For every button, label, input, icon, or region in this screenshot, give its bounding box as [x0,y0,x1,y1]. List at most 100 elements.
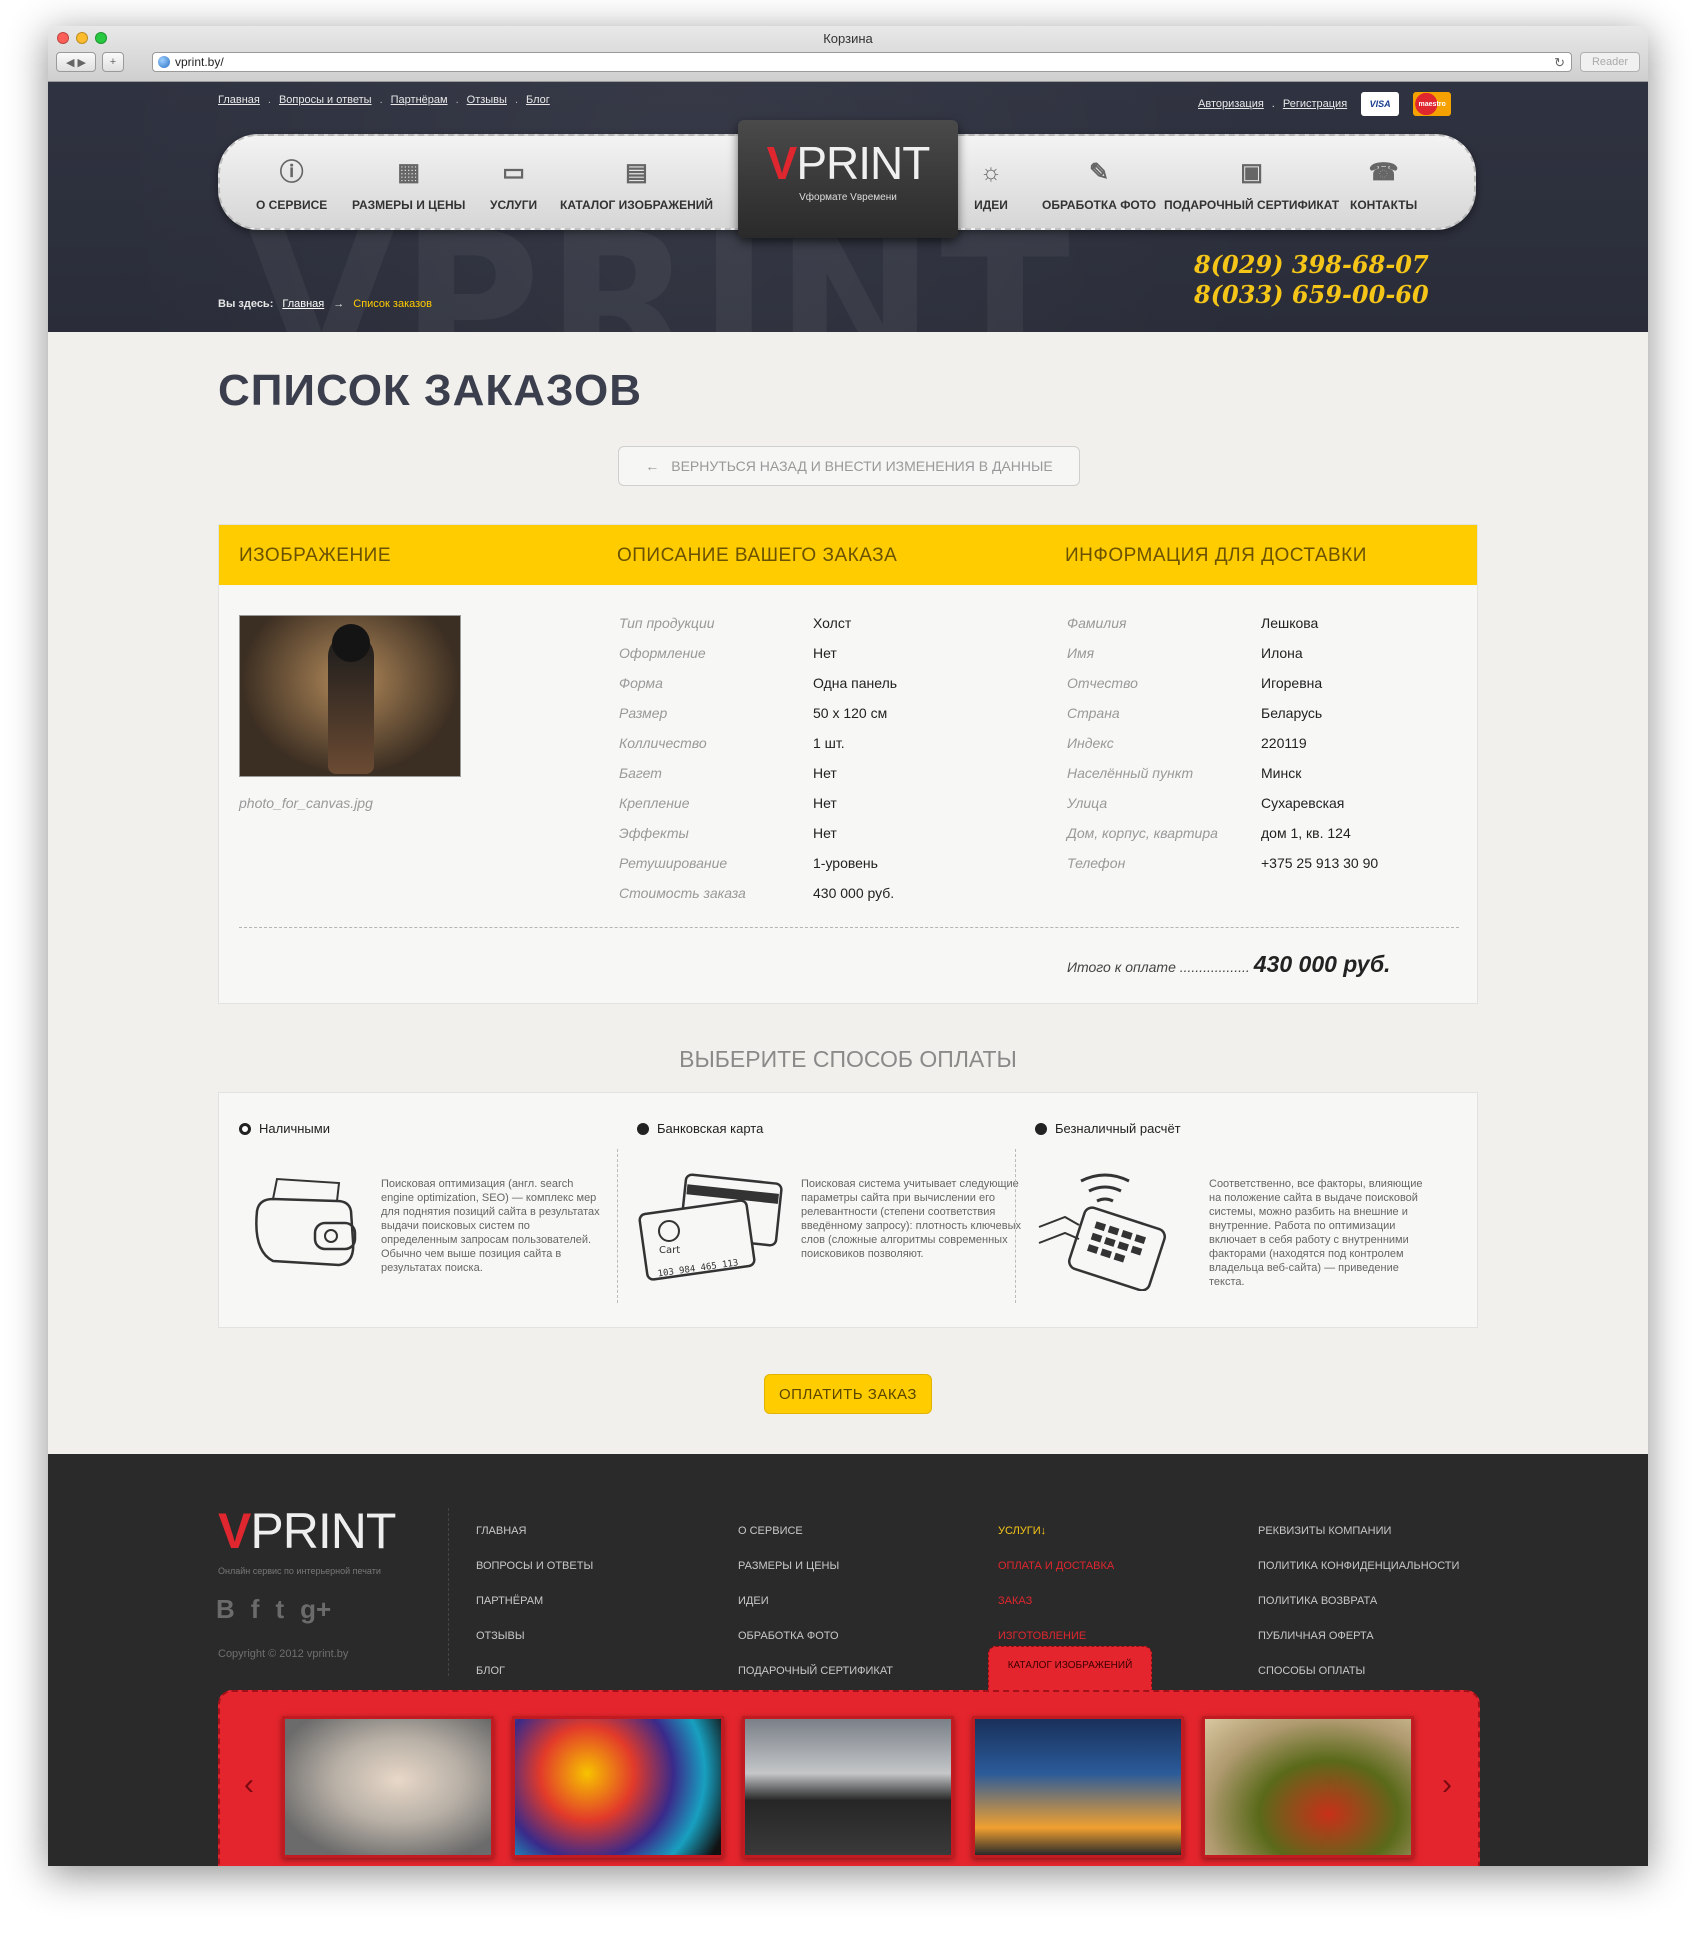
footer-link-privacy[interactable]: ПОЛИТИКА КОНФИДЕНЦИАЛЬНОСТИ [1258,1549,1459,1584]
footer-link-payment-delivery[interactable]: ОПЛАТА И ДОСТАВКА [998,1549,1114,1584]
footer-link-services[interactable]: УСЛУГИ↓ [998,1514,1114,1549]
list-item: Ретуширование 1-уровень [619,855,1019,877]
top-nav-reviews[interactable]: Отзывы [467,94,507,106]
field-label: Населённый пункт [1067,765,1194,781]
menu-item-sizes-prices[interactable]: ▦ РАЗМЕРЫ И ЦЕНЫ [352,156,465,212]
browser-window: Корзина ◀ ▶ + vprint.by/ ↻ Reader VPRINT… [48,26,1648,1866]
footer-link-photo-editing[interactable]: ОБРАБОТКА ФОТО [738,1619,893,1654]
footer-link-reviews[interactable]: ОТЗЫВЫ [476,1619,593,1654]
footer-link-home[interactable]: ГЛАВНАЯ [476,1514,593,1549]
register-link[interactable]: Регистрация [1283,98,1347,110]
catalog-tab[interactable]: КАТАЛОГ ИЗОБРАЖЕНИЙ [988,1646,1152,1694]
social-links: В f t g+ [216,1594,331,1625]
address-bar[interactable]: vprint.by/ ↻ [152,52,1572,72]
footer-column-2: О СЕРВИСЕ РАЗМЕРЫ И ЦЕНЫ ИДЕИ ОБРАБОТКА … [738,1514,893,1689]
field-value: Холст [813,615,852,631]
new-tab-button[interactable]: + [102,52,124,72]
top-nav-faq[interactable]: Вопросы и ответы [279,94,372,106]
menu-item-services[interactable]: ▭ УСЛУГИ [490,156,537,212]
footer-link-payment-methods[interactable]: СПОСОБЫ ОПЛАТЫ [1258,1654,1459,1689]
list-item: Индекс 220119 [1067,735,1467,757]
google-plus-icon[interactable]: g+ [300,1594,331,1625]
radio-card[interactable] [637,1122,649,1135]
facebook-icon[interactable]: f [251,1594,260,1625]
top-nav-home[interactable]: Главная [218,94,260,106]
field-label: Страна [1067,705,1120,721]
menu-item-ideas[interactable]: ☼ ИДЕИ [974,156,1008,212]
page-title: СПИСОК ЗАКАЗОВ [218,366,642,415]
payment-option-card[interactable]: Банковская карта [637,1121,763,1136]
vk-icon[interactable]: В [216,1594,235,1625]
reload-icon[interactable]: ↻ [1554,54,1565,72]
site-logo[interactable]: VPRINT Vформате Vвремени [738,120,958,238]
twitter-icon[interactable]: t [275,1594,284,1625]
footer-link-order[interactable]: ЗАКАЗ [998,1584,1114,1619]
gallery-thumbnail-locomotive[interactable] [742,1716,954,1858]
eraser-icon: ✎ [1089,159,1110,186]
gallery-thumbnail-portrait[interactable] [282,1716,494,1858]
pay-order-button[interactable]: ОПЛАТИТЬ ЗАКАЗ [764,1374,932,1414]
back-to-edit-button[interactable]: ← ВЕРНУТЬСЯ НАЗАД И ВНЕСТИ ИЗМЕНЕНИЯ В Д… [618,446,1080,486]
field-label: Телефон [1067,855,1126,871]
list-item: Форма Одна панель [619,675,1019,697]
footer-link-about[interactable]: О СЕРВИСЕ [738,1514,893,1549]
chevron-left-icon[interactable]: ‹ [244,1768,254,1802]
payment-title: ВЫБЕРИТЕ СПОСОБ ОПЛАТЫ [679,1046,1017,1072]
list-item: Отчество Игоревна [1067,675,1467,697]
footer-link-blog[interactable]: БЛОГ [476,1654,593,1689]
footer-link-ideas[interactable]: ИДЕИ [738,1584,893,1619]
order-image-thumbnail[interactable] [239,615,461,777]
visa-icon: VISA [1361,92,1400,116]
order-summary: ИЗОБРАЖЕНИЕ ОПИСАНИЕ ВАШЕГО ЗАКАЗА ИНФОР… [218,524,1478,1004]
menu-item-contacts[interactable]: ☎ КОНТАКТЫ [1350,156,1417,212]
radio-cashless[interactable] [1035,1122,1047,1135]
payment-cash-description: Поисковая оптимизация (англ. search engi… [381,1178,600,1274]
footer-link-partners[interactable]: ПАРТНЁРАМ [476,1584,593,1619]
menu-item-about[interactable]: ⓘ О СЕРВИСЕ [256,156,327,212]
footer-link-refund[interactable]: ПОЛИТИКА ВОЗВРАТА [1258,1584,1459,1619]
payment-option-cash[interactable]: Наличными [239,1121,330,1136]
top-nav-partners[interactable]: Партнёрам [391,94,448,106]
chevron-right-icon[interactable]: › [1442,1768,1452,1802]
footer-logo[interactable]: VPRINT [218,1502,396,1560]
field-value: Илона [1261,645,1303,661]
field-value: Нет [813,795,837,811]
gallery-thumbnail-still-life[interactable] [1202,1716,1414,1858]
footer-link-requisites[interactable]: РЕКВИЗИТЫ КОМПАНИИ [1258,1514,1459,1549]
gallery-thumbnail-lion[interactable] [512,1716,724,1858]
footer-link-sizes[interactable]: РАЗМЕРЫ И ЦЕНЫ [738,1549,893,1584]
field-label: Колличество [619,735,707,751]
gallery-thumbnail-cityscape[interactable] [972,1716,1184,1858]
payment-option-cashless[interactable]: Безналичный расчёт [1035,1121,1181,1136]
menu-item-gift-certificate[interactable]: ▣ ПОДАРОЧНЫЙ СЕРТИФИКАТ [1164,156,1339,212]
footer-link-offer[interactable]: ПУБЛИЧНАЯ ОФЕРТА [1258,1619,1459,1654]
back-forward-button[interactable]: ◀ ▶ [56,52,96,72]
list-item: Имя Илона [1067,645,1467,667]
footer-column-3: УСЛУГИ↓ ОПЛАТА И ДОСТАВКА ЗАКАЗ ИЗГОТОВЛ… [998,1514,1114,1654]
top-nav-blog[interactable]: Блог [526,94,550,106]
footer-tagline: Онлайн сервис по интерьерной печати [218,1566,381,1576]
auth-links: Авторизация. Регистрация VISA maestro [1198,92,1452,116]
lightbulb-icon: ☼ [980,159,1002,186]
footer-link-faq[interactable]: ВОПРОСЫ И ОТВЕТЫ [476,1549,593,1584]
field-label: Форма [619,675,663,691]
radio-cash[interactable] [239,1122,251,1135]
footer-link-gift[interactable]: ПОДАРОЧНЫЙ СЕРТИФИКАТ [738,1654,893,1689]
phone-numbers: 8(029) 398-68-07 8(033) 659-00-60 [1194,250,1429,310]
breadcrumb-home[interactable]: Главная [282,298,324,310]
main-content: СПИСОК ЗАКАЗОВ ← ВЕРНУТЬСЯ НАЗАД И ВНЕСТ… [48,332,1648,1454]
menu-item-catalog[interactable]: ▤ КАТАЛОГ ИЗОБРАЖЕНИЙ [560,156,713,212]
field-label: Эффекты [619,825,689,841]
phone-number-2[interactable]: 8(033) 659-00-60 [1194,280,1429,310]
arrow-left-icon: ← [645,458,660,474]
list-item: Дом, корпус, квартира дом 1, кв. 124 [1067,825,1467,847]
login-link[interactable]: Авторизация [1198,98,1264,110]
header-delivery: ИНФОРМАЦИЯ ДЛЯ ДОСТАВКИ [1065,545,1367,566]
list-item: Размер 50 х 120 см [619,705,1019,727]
field-label: Оформление [619,645,706,661]
list-item: Багет Нет [619,765,1019,787]
reader-button[interactable]: Reader [1580,52,1640,72]
field-value: 220119 [1261,735,1307,751]
menu-item-photo-editing[interactable]: ✎ ОБРАБОТКА ФОТО [1042,156,1156,212]
phone-number-1[interactable]: 8(029) 398-68-07 [1194,250,1429,280]
